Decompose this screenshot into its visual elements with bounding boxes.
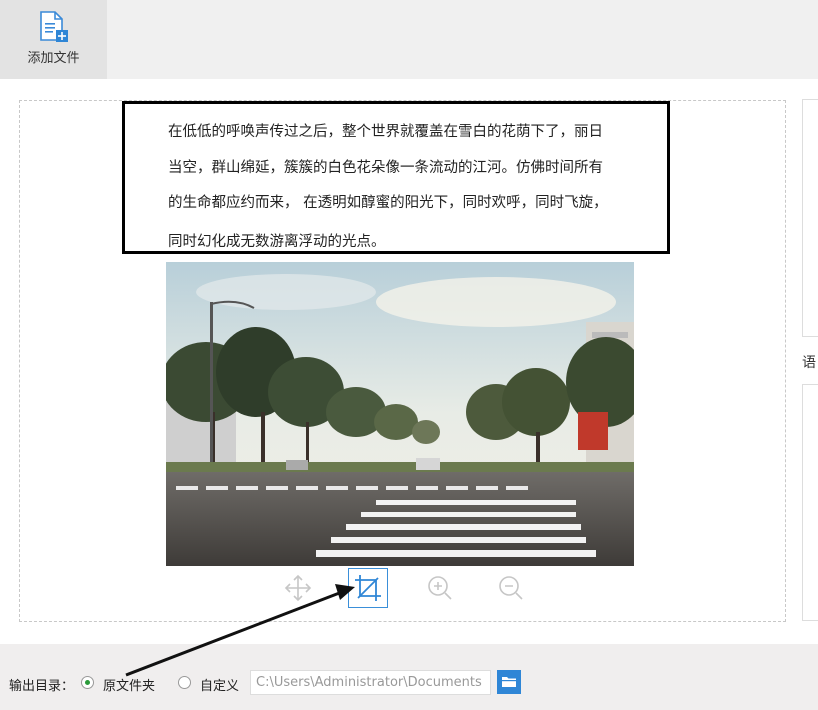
toolbar: 添加文件 [0,0,818,79]
folder-icon [502,677,516,687]
main-area: 在低低的呼唤声传过之后，整个世界就覆盖在雪白的花荫下了，丽日 当空，群山绵延，簇… [0,79,818,644]
right-panel-top [802,99,818,337]
custom-label[interactable]: 自定义 [200,675,239,694]
radio-custom[interactable] [178,676,191,689]
zoom-out-icon [499,576,523,600]
move-icon [284,574,312,602]
move-tool-button[interactable] [278,568,318,608]
text-line: 当空，群山绵延，簇簇的白色花朵像一条流动的江河。仿佛时间所有 [168,160,603,176]
crop-tool-button[interactable] [348,568,388,608]
text-line: 在低低的呼唤声传过之后，整个世界就覆盖在雪白的花荫下了，丽日 [168,124,603,140]
recognized-text-box: 在低低的呼唤声传过之后，整个世界就覆盖在雪白的花荫下了，丽日 当空，群山绵延，簇… [122,101,670,254]
street-photo [166,262,634,566]
radio-original-folder[interactable] [81,676,94,689]
crop-icon [355,575,381,601]
language-label: 语 [802,355,816,371]
output-bar: 输出目录： 原文件夹 自定义 C:\Users\Administrator\Do… [0,644,818,710]
output-dir-label: 输出目录： [9,679,75,694]
original-folder-label[interactable]: 原文件夹 [103,675,155,694]
text-line: 同时幻化成无数游离浮动的光点。 [168,234,386,250]
zoom-out-button[interactable] [491,568,531,608]
add-file-icon [38,11,70,43]
zoom-in-icon [428,576,452,600]
text-line: 的生命都应约而来， 在透明如醇蜜的阳光下，同时欢呼，同时飞旋， [168,195,608,211]
add-file-button[interactable]: 添加文件 [0,0,107,79]
add-file-label: 添加文件 [27,51,80,66]
right-panel-bottom[interactable] [802,384,818,621]
browse-folder-button[interactable] [497,670,521,694]
zoom-in-button[interactable] [420,568,460,608]
output-path-input[interactable]: C:\Users\Administrator\Documents [250,670,491,695]
